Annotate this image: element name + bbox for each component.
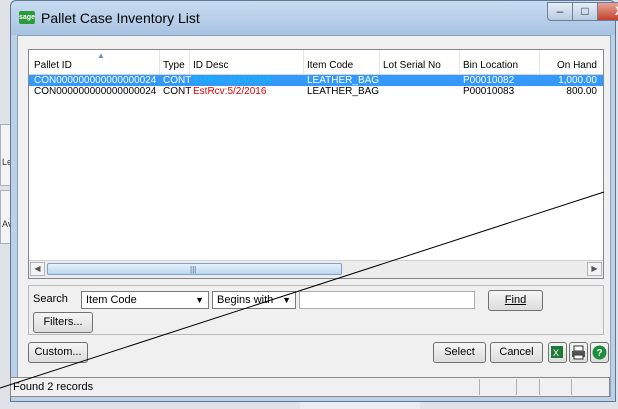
sage-app-icon: sage [19,11,35,24]
search-panel: Search Item Code ▼ Begins with ▼ Find Fi… [28,285,604,335]
cell-pallet-id: CON000000000000000024 [34,86,157,97]
table-row[interactable]: CON000000000000000024 CONT EstRcv:4/24/2… [29,75,603,86]
sort-ascending-icon: ▲ [97,51,105,60]
select-button[interactable]: Select [433,342,486,363]
search-label: Search [33,293,68,305]
cell-bin-location: P00010082 [463,75,515,86]
cell-bin-location: P00010083 [463,86,515,97]
col-header-bin-location[interactable]: Bin Location [463,60,518,71]
cell-on-hand: 800.00 [566,86,597,97]
dropdown-arrow-icon: ▼ [282,295,291,305]
status-divider [479,379,480,395]
cancel-button[interactable]: Cancel [490,342,543,363]
help-icon[interactable]: ? [590,342,609,363]
filters-button-label: Filters... [43,316,83,328]
maximize-button[interactable]: □ [572,2,598,21]
dropdown-arrow-icon: ▼ [195,295,204,305]
search-text-input[interactable] [299,291,475,309]
status-text: Found 2 records [13,381,94,393]
export-to-excel-icon[interactable]: X [548,342,567,363]
filters-button[interactable]: Filters... [33,312,93,333]
col-header-id-desc[interactable]: ID Desc [193,60,229,71]
col-header-item-code[interactable]: Item Code [307,60,353,71]
col-header-pallet-id[interactable]: Pallet ID [34,60,72,71]
cell-id-desc: EstRcv:4/24/2016 [193,75,272,86]
horizontal-scrollbar[interactable]: ◀ ||| ▶ [29,260,603,278]
pallet-case-inventory-window: sage Pallet Case Inventory List – □ X Pa… [10,0,618,402]
col-header-on-hand[interactable]: On Hand [557,60,597,71]
print-icon[interactable] [569,342,588,363]
column-divider[interactable] [303,50,304,74]
custom-button-label: Custom... [34,346,82,358]
scrollbar-thumb[interactable]: ||| [47,263,342,275]
search-operator-select[interactable]: Begins with ▼ [212,291,296,309]
col-header-lot-serial-no[interactable]: Lot Serial No [383,60,441,71]
column-divider[interactable] [539,50,540,74]
scroll-grip-icon: ||| [190,265,197,274]
cell-type: CONT [163,75,192,86]
search-field-value: Item Code [86,294,137,306]
window-title: Pallet Case Inventory List [41,10,200,26]
grid-header: Pallet ID ▲ Type ID Desc Item Code Lot S… [29,50,603,75]
cell-on-hand: 1,000.00 [558,75,597,86]
scroll-left-icon[interactable]: ◀ [30,262,45,276]
column-divider[interactable] [189,50,190,74]
col-header-type[interactable]: Type [163,60,185,71]
status-divider [539,379,540,395]
cell-pallet-id: CON000000000000000024 [34,75,157,86]
cell-item-code: LEATHER_BAG [307,86,380,97]
scroll-right-icon[interactable]: ▶ [587,262,602,276]
column-divider[interactable] [459,50,460,74]
pallet-list-grid[interactable]: Pallet ID ▲ Type ID Desc Item Code Lot S… [28,49,604,279]
select-button-label: Select [444,346,475,358]
table-row[interactable]: CON000000000000000024 CONT EstRcv:5/2/20… [29,86,603,97]
window-client-area: Pallet ID ▲ Type ID Desc Item Code Lot S… [17,35,611,397]
svg-text:X: X [553,348,559,358]
cell-item-code: LEATHER_BAG [307,75,380,86]
title-bar[interactable]: sage Pallet Case Inventory List – □ X [11,1,618,35]
search-operator-value: Begins with [217,294,274,306]
column-divider[interactable] [159,50,160,74]
find-button-label: Find [504,294,527,306]
status-bar: Found 2 records [10,377,610,397]
custom-button[interactable]: Custom... [28,342,88,363]
cell-id-desc: EstRcv:5/2/2016 [193,86,267,97]
cancel-button-label: Cancel [499,346,534,358]
search-field-select[interactable]: Item Code ▼ [81,291,209,309]
column-divider[interactable] [379,50,380,74]
close-button[interactable]: X [597,2,618,21]
minimize-button[interactable]: – [547,2,573,21]
cell-type: CONT [163,86,192,97]
svg-text:?: ? [597,348,603,359]
status-divider [571,379,572,395]
find-button[interactable]: Find [488,290,543,311]
status-divider [516,379,517,395]
